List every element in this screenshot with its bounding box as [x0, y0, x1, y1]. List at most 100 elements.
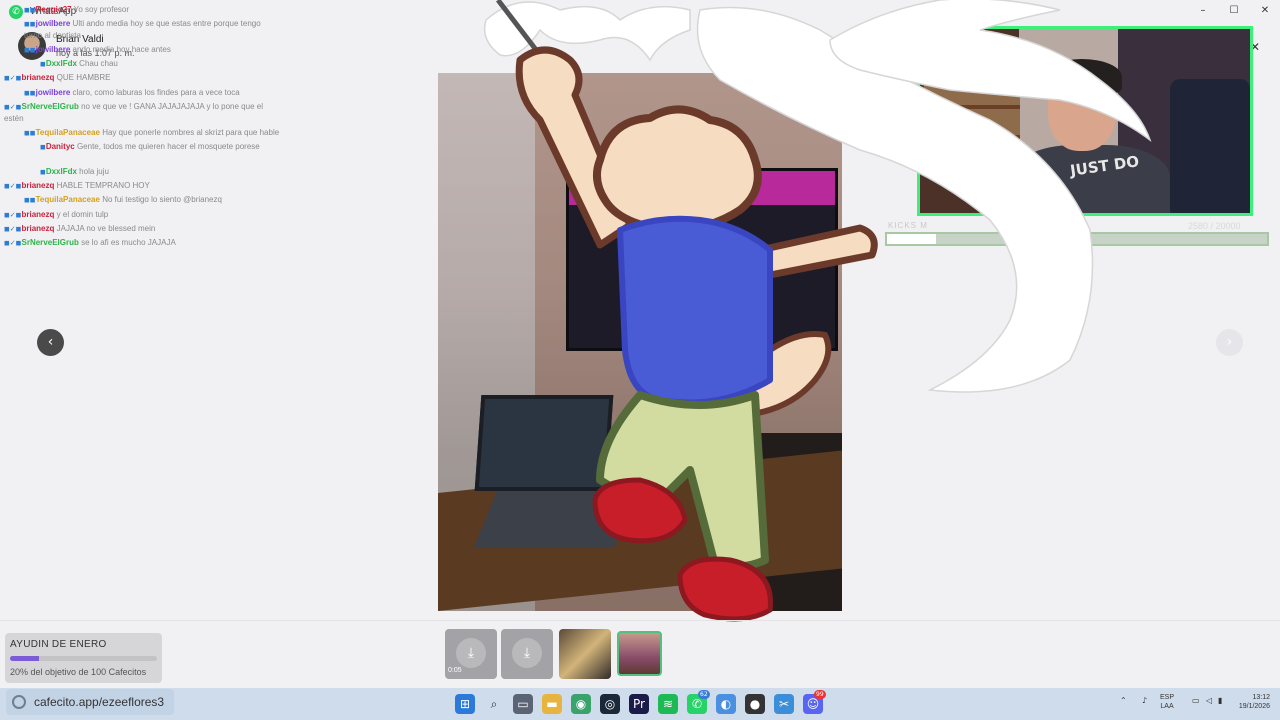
chat-text: se lo afi es mucho JAJAJA [81, 238, 176, 247]
chat-badges: ◼◼ [24, 129, 36, 137]
thumbnails-divider [0, 620, 1280, 621]
cafecito-url-pill: cafecito.app/ezeeflores3 [6, 689, 174, 715]
cam-shelf [924, 45, 1020, 165]
battery-icon[interactable]: ▮ [1218, 696, 1222, 705]
maximize-button[interactable]: ☐ [1219, 3, 1249, 19]
chat-badges: ◼◼ [24, 89, 36, 97]
cam-hair [1042, 59, 1122, 95]
search-icon[interactable]: ⌕ [484, 694, 504, 714]
chat-text: HABLE TEMPRANO HOY [56, 181, 150, 190]
clock-date: 19/1/2026 [1238, 703, 1270, 710]
cafecito-subtitle: 20% del objetivo de 100 Cafecitos [10, 667, 147, 677]
chat-message: ◼✓◼brianezq HABLE TEMPRANO HOY [0, 180, 150, 192]
chat-username[interactable]: DxxIFdx [46, 59, 77, 68]
chat-message: ◼✓◼SrNerveElGrub no ve que ve ! GANA JAJ… [0, 101, 265, 125]
cafecito-url: cafecito.app/ezeeflores3 [34, 695, 165, 709]
cup-icon [12, 695, 26, 709]
snipping-tool-icon[interactable]: ✂ [774, 694, 794, 714]
chat-message: ◼✓◼brianezq QUE HAMBRE [0, 72, 110, 84]
chat-username[interactable]: jowilbere [36, 45, 71, 54]
chat-username[interactable]: SrNerveElGrub [22, 102, 79, 111]
task-view-icon[interactable]: ▭ [513, 694, 533, 714]
thumbnail-image-selected[interactable] [617, 631, 662, 676]
chat-text: Chau chau [79, 59, 118, 68]
kicks-goal-count: 2580 / 20000 [1188, 221, 1241, 231]
chat-username[interactable]: brianezq [22, 73, 55, 82]
chat-username[interactable]: brianezq [22, 224, 55, 233]
chat-text: hola juju [79, 167, 109, 176]
chat-username[interactable]: brianezq [22, 181, 55, 190]
language-indicator[interactable]: ESP LAA [1160, 693, 1174, 711]
webcam-overlay: JUST DO [917, 26, 1253, 216]
photo-monitor [566, 168, 838, 351]
chat-username[interactable]: jowilbere [36, 88, 71, 97]
chat-username[interactable]: SrNerveElGrub [22, 238, 79, 247]
chat-username[interactable]: TequilaPanaceae [36, 128, 100, 137]
windows-start-icon[interactable]: ⊞ [455, 694, 475, 714]
cafecito-progress-bar [10, 656, 157, 661]
chat-username[interactable]: Reggio27 [36, 5, 72, 14]
viewer-photo [438, 73, 842, 611]
file-explorer-icon[interactable]: ▬ [542, 694, 562, 714]
chat-message: ◼◼TequilaPanaceae Hay que ponerle nombre… [0, 127, 279, 139]
chat-badges: ◼◼ [24, 196, 36, 204]
chat-message: ◼DxxIFdx Chau chau [0, 58, 118, 70]
chat-text: Hay que ponerle nombres al skrizt para q… [102, 128, 280, 137]
obs-icon[interactable]: ● [745, 694, 765, 714]
discord-icon[interactable]: ☺ 99 [803, 690, 826, 714]
chat-badges: ◼✓◼ [4, 103, 22, 111]
chat-badges: ◼✓◼ [4, 211, 22, 219]
cam-chair [1170, 79, 1250, 213]
photo-laptop [474, 395, 614, 491]
chat-message: ◼◼Reggio27 Yo soy profesor [0, 4, 129, 16]
chat-message: ◼Danityc Gente, todos me quieren hacer e… [0, 141, 260, 153]
thumbnail-duration: 0:05 [448, 667, 462, 674]
photo-laptop-base [473, 488, 639, 548]
chat-message: ◼◼jowilbere ando media hoy hace antes [0, 44, 171, 56]
chat-text: Yo soy profesor [73, 5, 130, 14]
thumbnail-download[interactable]: ⤓ [501, 629, 553, 679]
chat-badges: ◼✓◼ [4, 74, 22, 82]
speaker-icon[interactable]: ◁ [1206, 696, 1212, 705]
microphone-icon[interactable]: ♪ [1142, 696, 1147, 705]
chat-text: claro, como laburas los findes para a ve… [72, 88, 240, 97]
language-layout: LAA [1160, 703, 1174, 710]
steam-icon[interactable]: ◎ [600, 694, 620, 714]
chat-text: QUE HAMBRE [56, 73, 111, 82]
chat-username[interactable]: DxxIFdx [46, 167, 77, 176]
tray-chevron-icon[interactable]: ⌃ [1120, 696, 1127, 705]
language-code: ESP [1160, 694, 1175, 701]
chat-username[interactable]: Danityc [46, 142, 75, 151]
kicks-goal-fill [887, 234, 937, 244]
whatsapp-taskbar-icon[interactable]: ✆ 62 [687, 690, 710, 714]
chat-message: ◼DxxIFdx hola juju [0, 166, 109, 178]
notification-badge: 99 [814, 690, 826, 699]
system-clock[interactable]: 13:12 19/1/2026 [1228, 693, 1270, 711]
chat-message: ◼✓◼brianezq JAJAJA no ve blessed mein [0, 223, 155, 235]
kicks-goal-label: KICKS M [888, 221, 928, 230]
close-button[interactable]: ✕ [1250, 3, 1280, 19]
chat-username[interactable]: TequilaPanaceae [36, 195, 100, 204]
thumbnail-image[interactable] [559, 629, 611, 679]
chat-username[interactable]: brianezq [22, 210, 55, 219]
spotify-icon[interactable]: ≋ [658, 694, 678, 714]
premiere-icon[interactable]: Pr [629, 694, 649, 714]
previous-image-button[interactable]: ‹ [37, 329, 64, 356]
display-icon[interactable]: ▭ [1192, 696, 1200, 705]
next-image-button[interactable]: › [1216, 329, 1243, 356]
cafecito-goal-widget: AYUDIN DE ENERO 20% del objetivo de 100 … [5, 633, 162, 683]
thumbnail-video-download[interactable]: ⤓ 0:05 [445, 629, 497, 679]
chat-message: ◼✓◼SrNerveElGrub se lo afi es mucho JAJA… [0, 237, 176, 249]
chat-username[interactable]: jowilbere [36, 19, 71, 28]
chat-badges: ◼◼ [24, 20, 36, 28]
app-icon[interactable]: ◐ [716, 694, 736, 714]
chat-message: ◼◼TequilaPanaceae No fui testigo lo sien… [0, 194, 222, 206]
chat-badges: ◼✓◼ [4, 225, 22, 233]
notification-badge: 62 [698, 690, 710, 699]
edge-browser-icon[interactable]: ◉ [571, 694, 591, 714]
chat-badges: ◼◼ [24, 6, 36, 14]
minimize-button[interactable]: – [1188, 3, 1218, 19]
download-icon: ⤓ [512, 638, 542, 668]
windows-taskbar: cafecito.app/ezeeflores3 ⊞ ⌕ ▭ ▬ ◉ ◎ Pr … [0, 688, 1280, 720]
chat-text: y el domin tulp [56, 210, 109, 219]
